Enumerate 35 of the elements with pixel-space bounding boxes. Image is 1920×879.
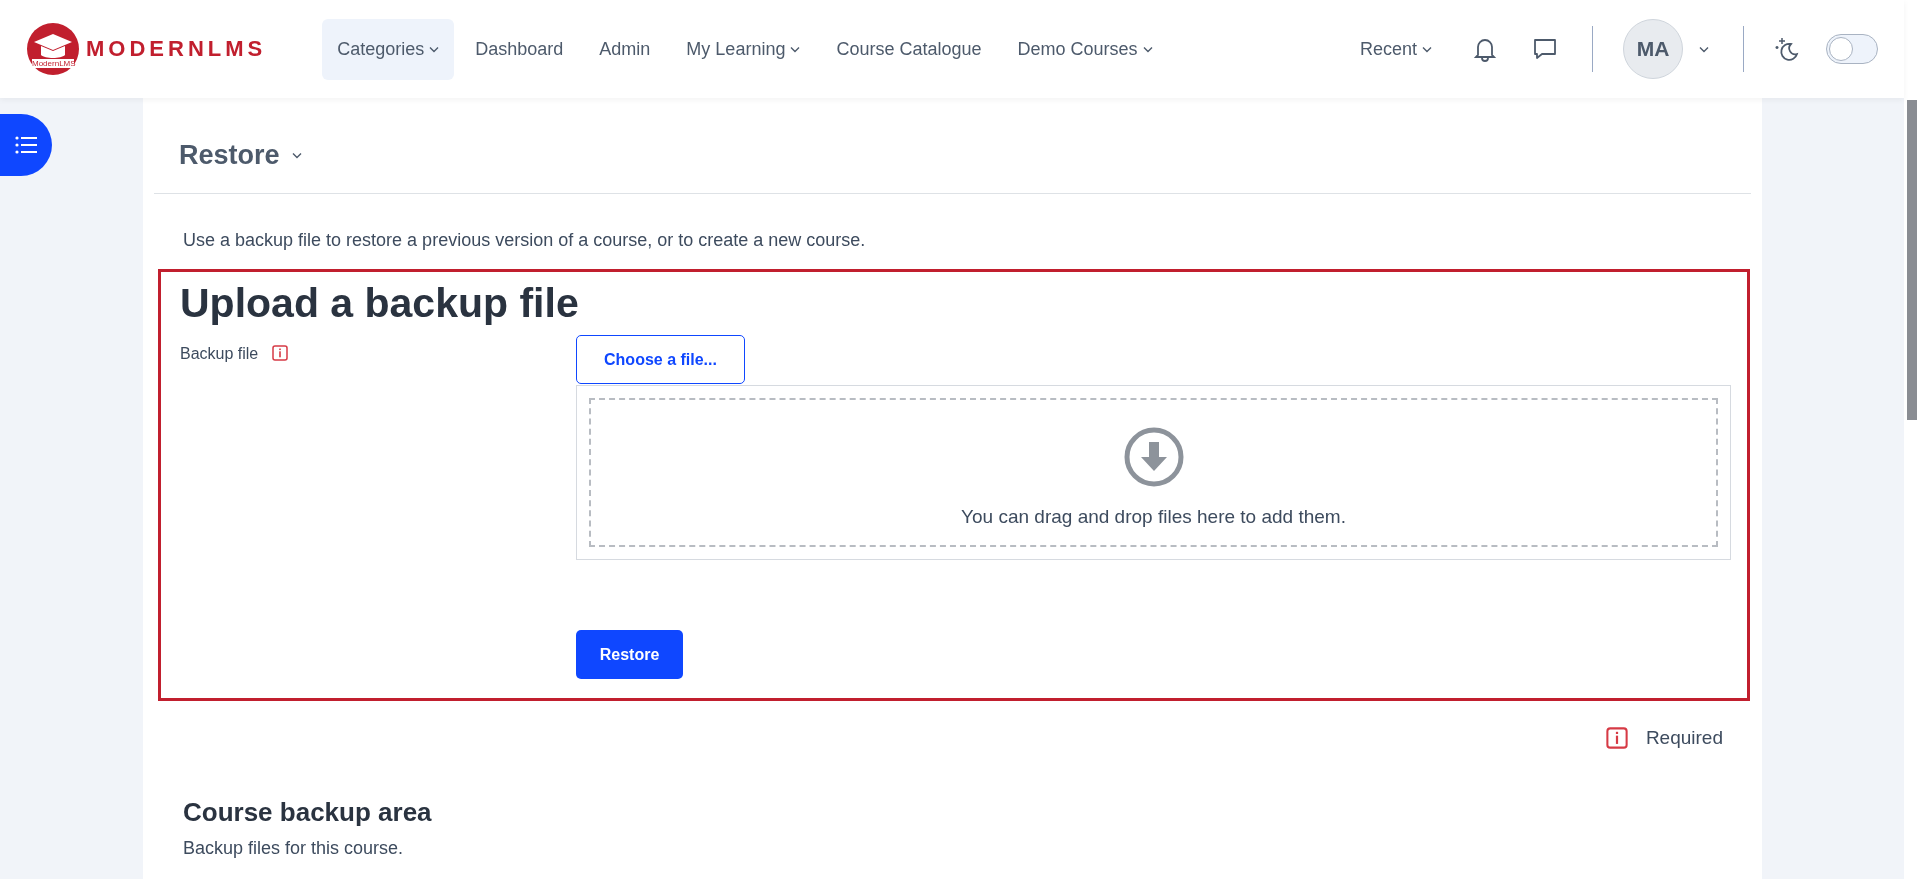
caret-icon[interactable] [1699, 45, 1709, 53]
field-label: Backup file [180, 345, 259, 363]
caret-icon[interactable] [291, 152, 302, 159]
list-icon [15, 136, 37, 154]
recent-menu[interactable]: Recent [1353, 37, 1438, 61]
required-icon [272, 345, 289, 361]
nav-link[interactable]: Admin [584, 18, 666, 80]
drop-hint: You can drag and drop files here to add them. [961, 506, 1346, 528]
dark-mode-toggle[interactable] [1826, 34, 1878, 64]
chat-bubble-icon[interactable] [1532, 36, 1558, 62]
caret-icon [1422, 45, 1432, 53]
page-title: Restore [179, 140, 280, 171]
caret-icon [790, 45, 801, 53]
user-avatar[interactable]: MA [1623, 19, 1683, 79]
nav-link[interactable]: Dashboard [460, 18, 579, 80]
required-note: Required [1645, 727, 1723, 749]
bell-icon[interactable] [1472, 36, 1498, 62]
caret-icon [429, 45, 440, 53]
drawer-toggle-button[interactable] [0, 114, 52, 176]
logo-caption: ModernLMS [32, 59, 74, 68]
moon-stars-icon [1774, 36, 1800, 62]
nav-link[interactable]: My Learning [671, 18, 816, 80]
logo-text: MODERNLMS [86, 36, 267, 62]
nav-link[interactable]: Demo Courses [1002, 18, 1168, 80]
restore-button[interactable]: Restore [576, 630, 683, 679]
choose-file-button[interactable]: Choose a file... [576, 335, 745, 384]
section-description: Backup files for this course. [183, 838, 405, 859]
caret-icon [1142, 45, 1153, 53]
nav-link[interactable]: Categories [322, 18, 455, 80]
section-heading: Upload a backup file [180, 280, 580, 327]
nav-link[interactable]: Course Catalogue [821, 18, 997, 80]
file-drop-zone[interactable]: You can drag and drop files here to add them. [576, 385, 1731, 560]
required-icon [1605, 727, 1628, 749]
intro-text: Use a backup file to restore a previous version of a course, or to create a new course. [183, 230, 867, 251]
section-heading: Course backup area [183, 797, 433, 828]
